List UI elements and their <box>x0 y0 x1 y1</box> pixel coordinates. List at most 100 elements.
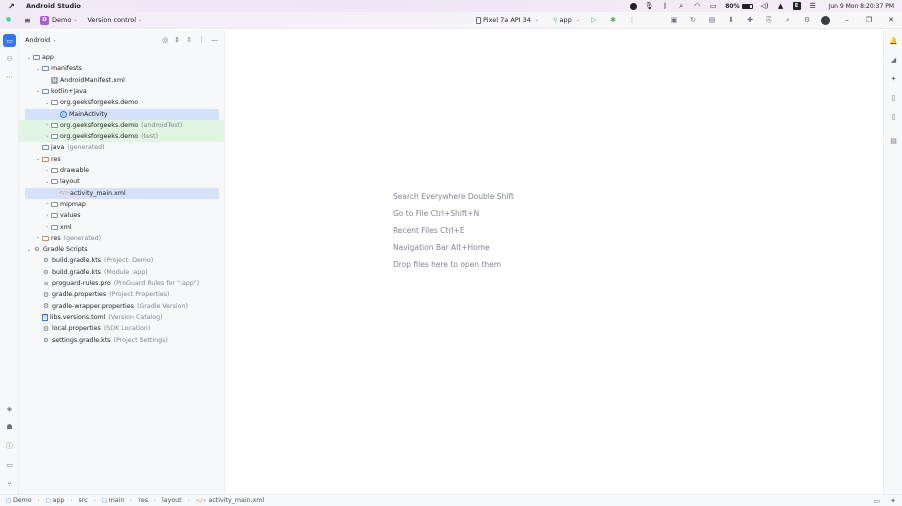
display-icon[interactable]: ▭ <box>709 2 717 10</box>
project-selector[interactable]: Demo <box>52 16 71 24</box>
running-devices-icon[interactable]: ▯ <box>887 110 900 123</box>
chevron-right-icon[interactable]: › <box>34 235 42 241</box>
resource-manager-icon[interactable]: ⚇ <box>3 52 16 65</box>
tree-item[interactable]: ⚙ settings.gradle.kts (Project Settings) <box>25 335 219 346</box>
locate-file-icon[interactable]: ◎ <box>162 36 168 44</box>
chevron-down-icon[interactable]: ⌄ <box>52 37 56 43</box>
chevron-down-icon[interactable]: ⌄ <box>25 247 33 253</box>
volume-icon[interactable]: ◁) <box>761 2 769 10</box>
tree-item[interactable]: ⚙ gradle.properties (Project Properties) <box>25 289 219 300</box>
tree-item[interactable]: ⌄ manifests <box>25 63 219 74</box>
tree-item[interactable]: ⌄ res <box>25 154 219 165</box>
menu-bar-clock[interactable]: Jun 9 Mon 8:20:37 PM <box>829 3 894 10</box>
search-icon[interactable]: ⌕ <box>783 15 793 25</box>
notifications-icon[interactable]: 🔔 <box>887 34 900 47</box>
tree-item[interactable]: ⚙ gradle-wrapper.properties (Gradle Versio… <box>25 301 219 312</box>
tree-item[interactable]: ⚙ build.gradle.kts (Project: Demo) <box>25 255 219 266</box>
sdk-manager-icon[interactable]: ⬇ <box>726 15 736 25</box>
bluetooth-icon[interactable]: ᛒ <box>661 2 669 10</box>
breadcrumb-item[interactable]: </> activity_main.xml <box>196 497 265 504</box>
device-manager-icon[interactable]: ▯ <box>887 91 900 104</box>
chevron-down-icon[interactable]: ⌄ <box>34 156 42 162</box>
project-tool-icon[interactable]: ▭ <box>3 34 16 47</box>
breadcrumb-item[interactable]: ▢ Demo <box>6 497 32 504</box>
plugins-icon[interactable]: ✚ <box>745 15 755 25</box>
tree-item[interactable]: › xml <box>25 222 219 233</box>
options-icon[interactable]: ⋮ <box>198 36 205 44</box>
device-explorer-icon[interactable]: ▤ <box>887 134 900 147</box>
microphone-icon[interactable]: 🎙 <box>645 2 654 10</box>
collapse-all-icon[interactable]: ⇳ <box>186 36 192 44</box>
more-tools-icon[interactable]: ⋯ <box>3 70 16 83</box>
restore-icon[interactable]: ❐ <box>864 16 874 24</box>
chevron-down-icon[interactable]: ⌄ <box>43 179 51 185</box>
project-view-selector[interactable]: Android <box>25 36 50 44</box>
wifi-icon[interactable]: ◠ <box>693 2 701 10</box>
tree-item[interactable]: Tlibs.versions.toml (Version Catalog) <box>25 312 219 323</box>
hide-panel-icon[interactable]: — <box>211 36 218 44</box>
build-variants-icon[interactable]: ◈ <box>3 402 16 415</box>
device-selector[interactable]: Pixel 7a API 34 ⌄ <box>476 16 539 24</box>
editor-area[interactable]: Search Everywhere Double Shift Go to File… <box>225 30 883 494</box>
device-manager-icon[interactable]: ▣ <box>669 15 679 25</box>
breadcrumb-item[interactable]: src <box>78 497 87 504</box>
battery-indicator[interactable]: 80% <box>725 3 753 10</box>
tree-item[interactable]: ⚙ local.properties (SDK Location) <box>25 323 219 334</box>
gemini-status-icon[interactable]: ✦ <box>890 497 896 505</box>
run-config-selector[interactable]: ⚲ app ⌄ <box>553 16 580 24</box>
app-menu-name[interactable]: Android Studio <box>26 2 81 10</box>
chevron-right-icon[interactable]: › <box>43 168 51 174</box>
breadcrumb-item[interactable]: layout <box>162 497 182 504</box>
breadcrumb-item[interactable]: ▢ main <box>102 497 125 504</box>
chevron-down-icon[interactable]: ⌄ <box>34 66 42 72</box>
problems-icon[interactable]: ⓘ <box>3 439 16 452</box>
tree-item[interactable]: ⌄ kotlin+java <box>25 86 219 97</box>
main-menu-icon[interactable]: ≡ <box>24 16 34 25</box>
user-icon[interactable]: ▲ <box>777 2 785 10</box>
chevron-down-icon[interactable]: ⌄ <box>34 88 42 94</box>
code-with-me-icon[interactable]: ⎘ <box>764 15 774 25</box>
chevron-right-icon[interactable]: › <box>43 213 51 219</box>
run-icon[interactable]: ▷ <box>589 15 599 25</box>
terminal-icon[interactable]: ▭ <box>3 458 16 471</box>
chevron-right-icon[interactable]: › <box>43 224 51 230</box>
settings-icon[interactable]: ⚙ <box>802 15 812 25</box>
breadcrumb-item[interactable]: res <box>138 497 148 504</box>
project-badge[interactable]: D <box>40 15 49 25</box>
tree-item[interactable]: › res (generated) <box>25 233 219 244</box>
chevron-down-icon[interactable]: ⌄ <box>138 17 142 23</box>
gradle-icon[interactable]: ◢ <box>887 53 900 66</box>
chevron-down-icon[interactable]: ⌄ <box>43 100 51 106</box>
tree-item[interactable]: › values <box>25 210 219 221</box>
layout-inspector-icon[interactable]: ▤ <box>707 15 717 25</box>
expand-all-icon[interactable]: ⇕ <box>174 36 180 44</box>
chevron-right-icon[interactable]: › <box>43 122 51 128</box>
chevron-right-icon[interactable]: › <box>43 134 51 140</box>
search-icon[interactable]: ⌕ <box>677 2 685 10</box>
tree-item[interactable]: </> activity_main.xml <box>25 187 219 199</box>
version-control-menu[interactable]: Version control <box>88 16 137 24</box>
breadcrumb-item[interactable]: ▢ app <box>46 497 65 504</box>
chevron-down-icon[interactable]: ⌄ <box>25 55 33 61</box>
tree-item[interactable]: › drawable <box>25 165 219 176</box>
tree-item[interactable]: C MainActivity <box>25 108 219 120</box>
tree-item[interactable]: M AndroidManifest.xml <box>25 75 219 86</box>
tree-item[interactable]: › org.geeksforgeeks.demo (androidTest) <box>19 119 225 131</box>
more-actions-icon[interactable]: ⋮ <box>627 15 637 25</box>
tree-item[interactable]: java (generated) <box>25 142 219 153</box>
arrow-logo-icon[interactable]: ↗ <box>8 2 22 11</box>
close-icon[interactable]: ✕ <box>886 16 896 24</box>
tree-item[interactable]: ⌄ ⚙ Gradle Scripts <box>25 244 219 255</box>
tree-item[interactable]: ⌄ app <box>25 52 219 63</box>
chevron-down-icon[interactable]: ⌄ <box>73 17 77 23</box>
tree-item[interactable]: › org.geeksforgeeks.demo (test) <box>19 131 225 143</box>
record-icon[interactable] <box>629 2 637 10</box>
gemini-icon[interactable]: ✦ <box>887 72 900 85</box>
minimize-icon[interactable]: – <box>842 16 852 24</box>
chat-icon[interactable]: ▭ <box>874 497 881 505</box>
git-icon[interactable]: ⑂ <box>3 477 16 490</box>
tree-item[interactable]: › mipmap <box>25 199 219 210</box>
tree-item[interactable]: ⌄ org.geeksforgeeks.demo <box>25 97 219 108</box>
chevron-right-icon[interactable]: › <box>43 201 51 207</box>
input-source-icon[interactable]: E <box>792 2 801 10</box>
